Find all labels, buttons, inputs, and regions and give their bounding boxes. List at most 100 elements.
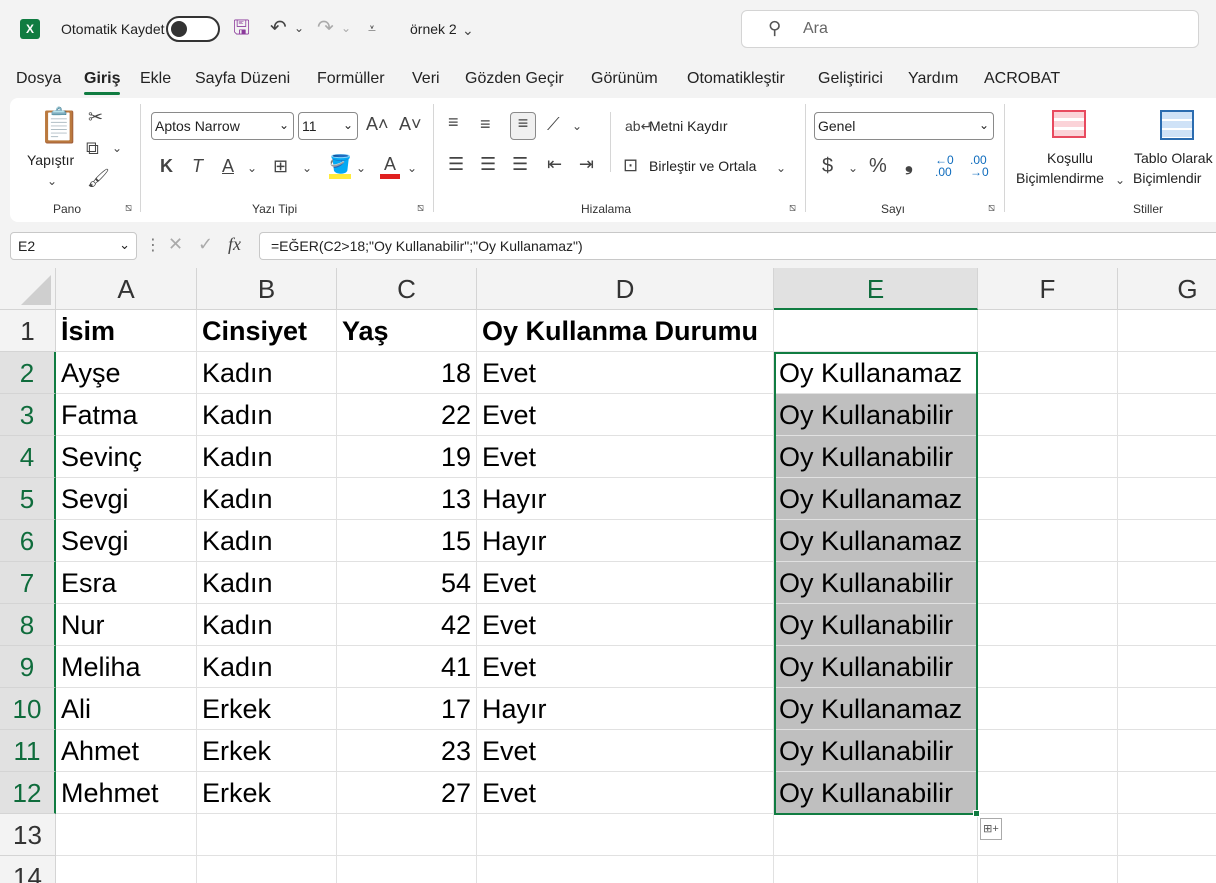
cell-a1[interactable]: İsim (56, 310, 197, 352)
table-format-label-2[interactable]: Biçimlendir (1133, 170, 1201, 186)
cell-g1[interactable] (1118, 310, 1216, 352)
percent-icon[interactable]: % (869, 156, 887, 176)
file-name-chevron-icon[interactable]: ⌄ (462, 19, 474, 41)
orientation-icon[interactable]: ⟋ (547, 114, 560, 134)
cut-icon[interactable]: ✂ (88, 107, 103, 127)
cell-b2[interactable]: Kadın (197, 352, 337, 394)
cell-b9[interactable]: Kadın (197, 646, 337, 688)
autosave-toggle[interactable] (166, 16, 220, 42)
cell-f4[interactable] (978, 436, 1118, 478)
cell-a5[interactable]: Sevgi (56, 478, 197, 520)
cell-b14[interactable] (197, 856, 337, 883)
cell-b4[interactable]: Kadın (197, 436, 337, 478)
cell-g4[interactable] (1118, 436, 1216, 478)
cond-format-dropdown-icon[interactable]: ⌄ (1115, 170, 1125, 190)
cell-a6[interactable]: Sevgi (56, 520, 197, 562)
cell-f1[interactable] (978, 310, 1118, 352)
cell-f8[interactable] (978, 604, 1118, 646)
cell-b12[interactable]: Erkek (197, 772, 337, 814)
row-header-12[interactable]: 12 (0, 772, 56, 814)
paste-icon[interactable]: 📋 (38, 108, 80, 144)
align-right-icon[interactable]: ☰ (512, 154, 528, 174)
redo-dropdown-icon[interactable]: ⌄ (341, 17, 351, 39)
cell-g5[interactable] (1118, 478, 1216, 520)
select-all-corner[interactable] (0, 268, 56, 310)
font-dialog-launcher-icon[interactable]: ⧅ (417, 202, 424, 215)
alignment-dialog-launcher-icon[interactable]: ⧅ (789, 202, 796, 215)
bold-icon[interactable]: K (160, 156, 173, 176)
cell-b7[interactable]: Kadın (197, 562, 337, 604)
fill-handle[interactable] (973, 810, 980, 817)
cell-a10[interactable]: Ali (56, 688, 197, 730)
cell-d10[interactable]: Hayır (477, 688, 774, 730)
column-header-a[interactable]: A (56, 268, 197, 310)
cell-d6[interactable]: Hayır (477, 520, 774, 562)
cell-b5[interactable]: Kadın (197, 478, 337, 520)
cell-f3[interactable] (978, 394, 1118, 436)
cell-c2[interactable]: 18 (337, 352, 477, 394)
cell-b10[interactable]: Erkek (197, 688, 337, 730)
cell-c10[interactable]: 17 (337, 688, 477, 730)
borders-dropdown-icon[interactable]: ⌄ (302, 158, 312, 178)
insert-function-icon[interactable]: fx (228, 234, 241, 254)
font-size-select[interactable]: 11 ⌄ (298, 112, 358, 140)
cell-g14[interactable] (1118, 856, 1216, 883)
menu-item-10[interactable]: Geliştirici (818, 70, 883, 88)
cell-a3[interactable]: Fatma (56, 394, 197, 436)
menu-item-4[interactable]: Sayfa Düzeni (195, 70, 290, 88)
underline-dropdown-icon[interactable]: ⌄ (247, 158, 257, 178)
cell-a4[interactable]: Sevinç (56, 436, 197, 478)
cell-f11[interactable] (978, 730, 1118, 772)
cell-g10[interactable] (1118, 688, 1216, 730)
fill-color-icon[interactable]: 🪣 (329, 154, 352, 179)
cell-g7[interactable] (1118, 562, 1216, 604)
cell-f10[interactable] (978, 688, 1118, 730)
italic-icon[interactable]: T (192, 156, 203, 176)
cell-e13[interactable] (774, 814, 978, 856)
cell-d5[interactable]: Hayır (477, 478, 774, 520)
row-header-7[interactable]: 7 (0, 562, 56, 604)
column-header-d[interactable]: D (477, 268, 774, 310)
cell-f9[interactable] (978, 646, 1118, 688)
align-middle-icon[interactable]: ≡ (480, 114, 491, 134)
align-bottom-icon[interactable]: ≡ (510, 112, 536, 140)
row-header-4[interactable]: 4 (0, 436, 56, 478)
copy-icon[interactable]: ⧉ (86, 138, 99, 158)
currency-icon[interactable]: $ (822, 156, 833, 176)
row-header-10[interactable]: 10 (0, 688, 56, 730)
format-painter-icon[interactable]: 🖌 (87, 168, 110, 188)
cell-d11[interactable]: Evet (477, 730, 774, 772)
row-header-3[interactable]: 3 (0, 394, 56, 436)
row-header-5[interactable]: 5 (0, 478, 56, 520)
increase-decimal-icon[interactable]: ←0.00 (935, 154, 954, 178)
wrap-text-label[interactable]: Metni Kaydır (649, 118, 728, 134)
cell-a13[interactable] (56, 814, 197, 856)
customize-toolbar-icon[interactable]: ⩡ (368, 17, 376, 39)
align-center-icon[interactable]: ☰ (480, 154, 496, 174)
enter-icon[interactable]: ✓ (198, 234, 213, 254)
menu-item-3[interactable]: Ekle (140, 70, 171, 88)
cell-b11[interactable]: Erkek (197, 730, 337, 772)
cell-c14[interactable] (337, 856, 477, 883)
menu-item-1[interactable]: Dosya (16, 70, 61, 88)
cell-d13[interactable] (477, 814, 774, 856)
cell-g11[interactable] (1118, 730, 1216, 772)
conditional-formatting-icon[interactable] (1052, 110, 1086, 138)
cell-d12[interactable]: Evet (477, 772, 774, 814)
more-options-icon[interactable]: ⋮ (145, 236, 161, 256)
cell-c3[interactable]: 22 (337, 394, 477, 436)
row-header-8[interactable]: 8 (0, 604, 56, 646)
menu-item-5[interactable]: Formüller (317, 70, 385, 88)
comma-style-icon[interactable]: ❟ (905, 154, 913, 174)
fill-color-dropdown-icon[interactable]: ⌄ (356, 158, 366, 178)
cell-f12[interactable] (978, 772, 1118, 814)
column-header-b[interactable]: B (197, 268, 337, 310)
merge-center-label[interactable]: Birleştir ve Ortala (649, 158, 756, 174)
decrease-indent-icon[interactable]: ⇤ (547, 154, 562, 174)
menu-item-11[interactable]: Yardım (908, 70, 958, 88)
font-color-icon[interactable]: A (380, 154, 401, 179)
row-header-9[interactable]: 9 (0, 646, 56, 688)
cell-a8[interactable]: Nur (56, 604, 197, 646)
cell-c1[interactable]: Yaş (337, 310, 477, 352)
cell-g9[interactable] (1118, 646, 1216, 688)
